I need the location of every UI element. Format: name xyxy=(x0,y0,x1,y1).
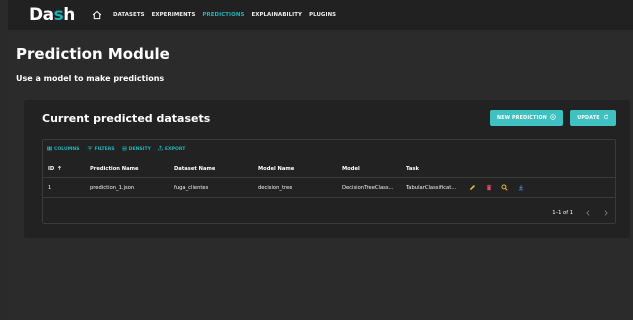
table-pagination: 1–1 of 1 xyxy=(552,206,609,220)
delete-trash-icon[interactable] xyxy=(485,184,492,191)
export-button[interactable]: EXPORT xyxy=(158,145,185,153)
page-subtitle: Use a model to make predictions xyxy=(16,74,165,83)
search-icon[interactable] xyxy=(501,184,508,191)
table-toolbar: COLUMNS FILTERS DENSITY EXPORT xyxy=(47,144,185,154)
table-header: ID Prediction Name Dataset Name Model Na… xyxy=(43,160,615,178)
page-title: Prediction Module xyxy=(16,45,170,63)
edit-pencil-icon[interactable] xyxy=(469,184,476,191)
filters-label: FILTERS xyxy=(94,146,115,152)
new-prediction-button[interactable]: NEW PREDICTION xyxy=(490,110,563,126)
cell-prediction-name: prediction_1.json xyxy=(90,184,135,191)
main-nav: DATASETS EXPERIMENTS PREDICTIONS EXPLAIN… xyxy=(113,12,343,18)
logo-text-main: Da xyxy=(29,5,54,25)
predictions-table: COLUMNS FILTERS DENSITY EXPORT ID Predic… xyxy=(42,139,616,224)
nav-experiments[interactable]: EXPERIMENTS xyxy=(152,12,196,18)
logo[interactable]: Dash xyxy=(29,5,75,25)
chevron-right-icon[interactable] xyxy=(603,209,609,217)
header-model[interactable]: Model xyxy=(342,160,360,177)
header-prediction-name[interactable]: Prediction Name xyxy=(90,160,139,177)
export-label: EXPORT xyxy=(164,146,186,152)
card-title: Current predicted datasets xyxy=(42,112,211,125)
columns-icon xyxy=(47,146,52,153)
filter-icon xyxy=(87,146,93,153)
refresh-icon xyxy=(603,114,609,122)
home-icon[interactable] xyxy=(91,9,103,21)
columns-button[interactable]: COLUMNS xyxy=(47,146,80,153)
update-button[interactable]: UPDATE xyxy=(570,110,616,126)
columns-label: COLUMNS xyxy=(54,146,80,152)
sort-arrow-up-icon xyxy=(57,165,62,173)
chevron-left-icon[interactable] xyxy=(585,209,591,217)
header-task[interactable]: Task xyxy=(406,160,419,177)
pagination-text: 1–1 of 1 xyxy=(552,210,573,216)
logo-text-end: h xyxy=(63,5,75,25)
density-label: DENSITY xyxy=(128,146,151,152)
cell-id: 1 xyxy=(48,184,52,191)
table-row[interactable]: 1 prediction_1.json fuga_clientes decisi… xyxy=(43,178,615,198)
cell-model-name: decision_tree xyxy=(258,184,293,191)
nav-predictions[interactable]: PREDICTIONS xyxy=(202,12,244,18)
export-icon xyxy=(158,145,163,153)
cell-model: DecisionTreeClass... xyxy=(342,184,394,191)
row-actions xyxy=(469,178,524,197)
update-label: UPDATE xyxy=(577,115,600,121)
add-circle-icon xyxy=(550,114,556,122)
new-prediction-label: NEW PREDICTION xyxy=(497,115,547,121)
nav-plugins[interactable]: PLUGINS xyxy=(309,12,336,18)
nav-explainability[interactable]: EXPLAINABILITY xyxy=(251,12,302,18)
header-id[interactable]: ID xyxy=(48,160,62,177)
density-icon xyxy=(121,146,127,153)
cell-task: TabularClassificat... xyxy=(406,184,457,191)
density-button[interactable]: DENSITY xyxy=(121,146,151,153)
logo-text-accent: s xyxy=(53,5,64,25)
header-dataset-name[interactable]: Dataset Name xyxy=(174,160,215,177)
top-navbar: Dash DATASETS EXPERIMENTS PREDICTIONS EX… xyxy=(8,0,633,30)
download-icon[interactable] xyxy=(517,184,524,191)
cell-dataset-name: fuga_clientes xyxy=(174,184,209,191)
filters-button[interactable]: FILTERS xyxy=(87,146,115,153)
header-model-name[interactable]: Model Name xyxy=(258,160,294,177)
nav-datasets[interactable]: DATASETS xyxy=(113,12,145,18)
